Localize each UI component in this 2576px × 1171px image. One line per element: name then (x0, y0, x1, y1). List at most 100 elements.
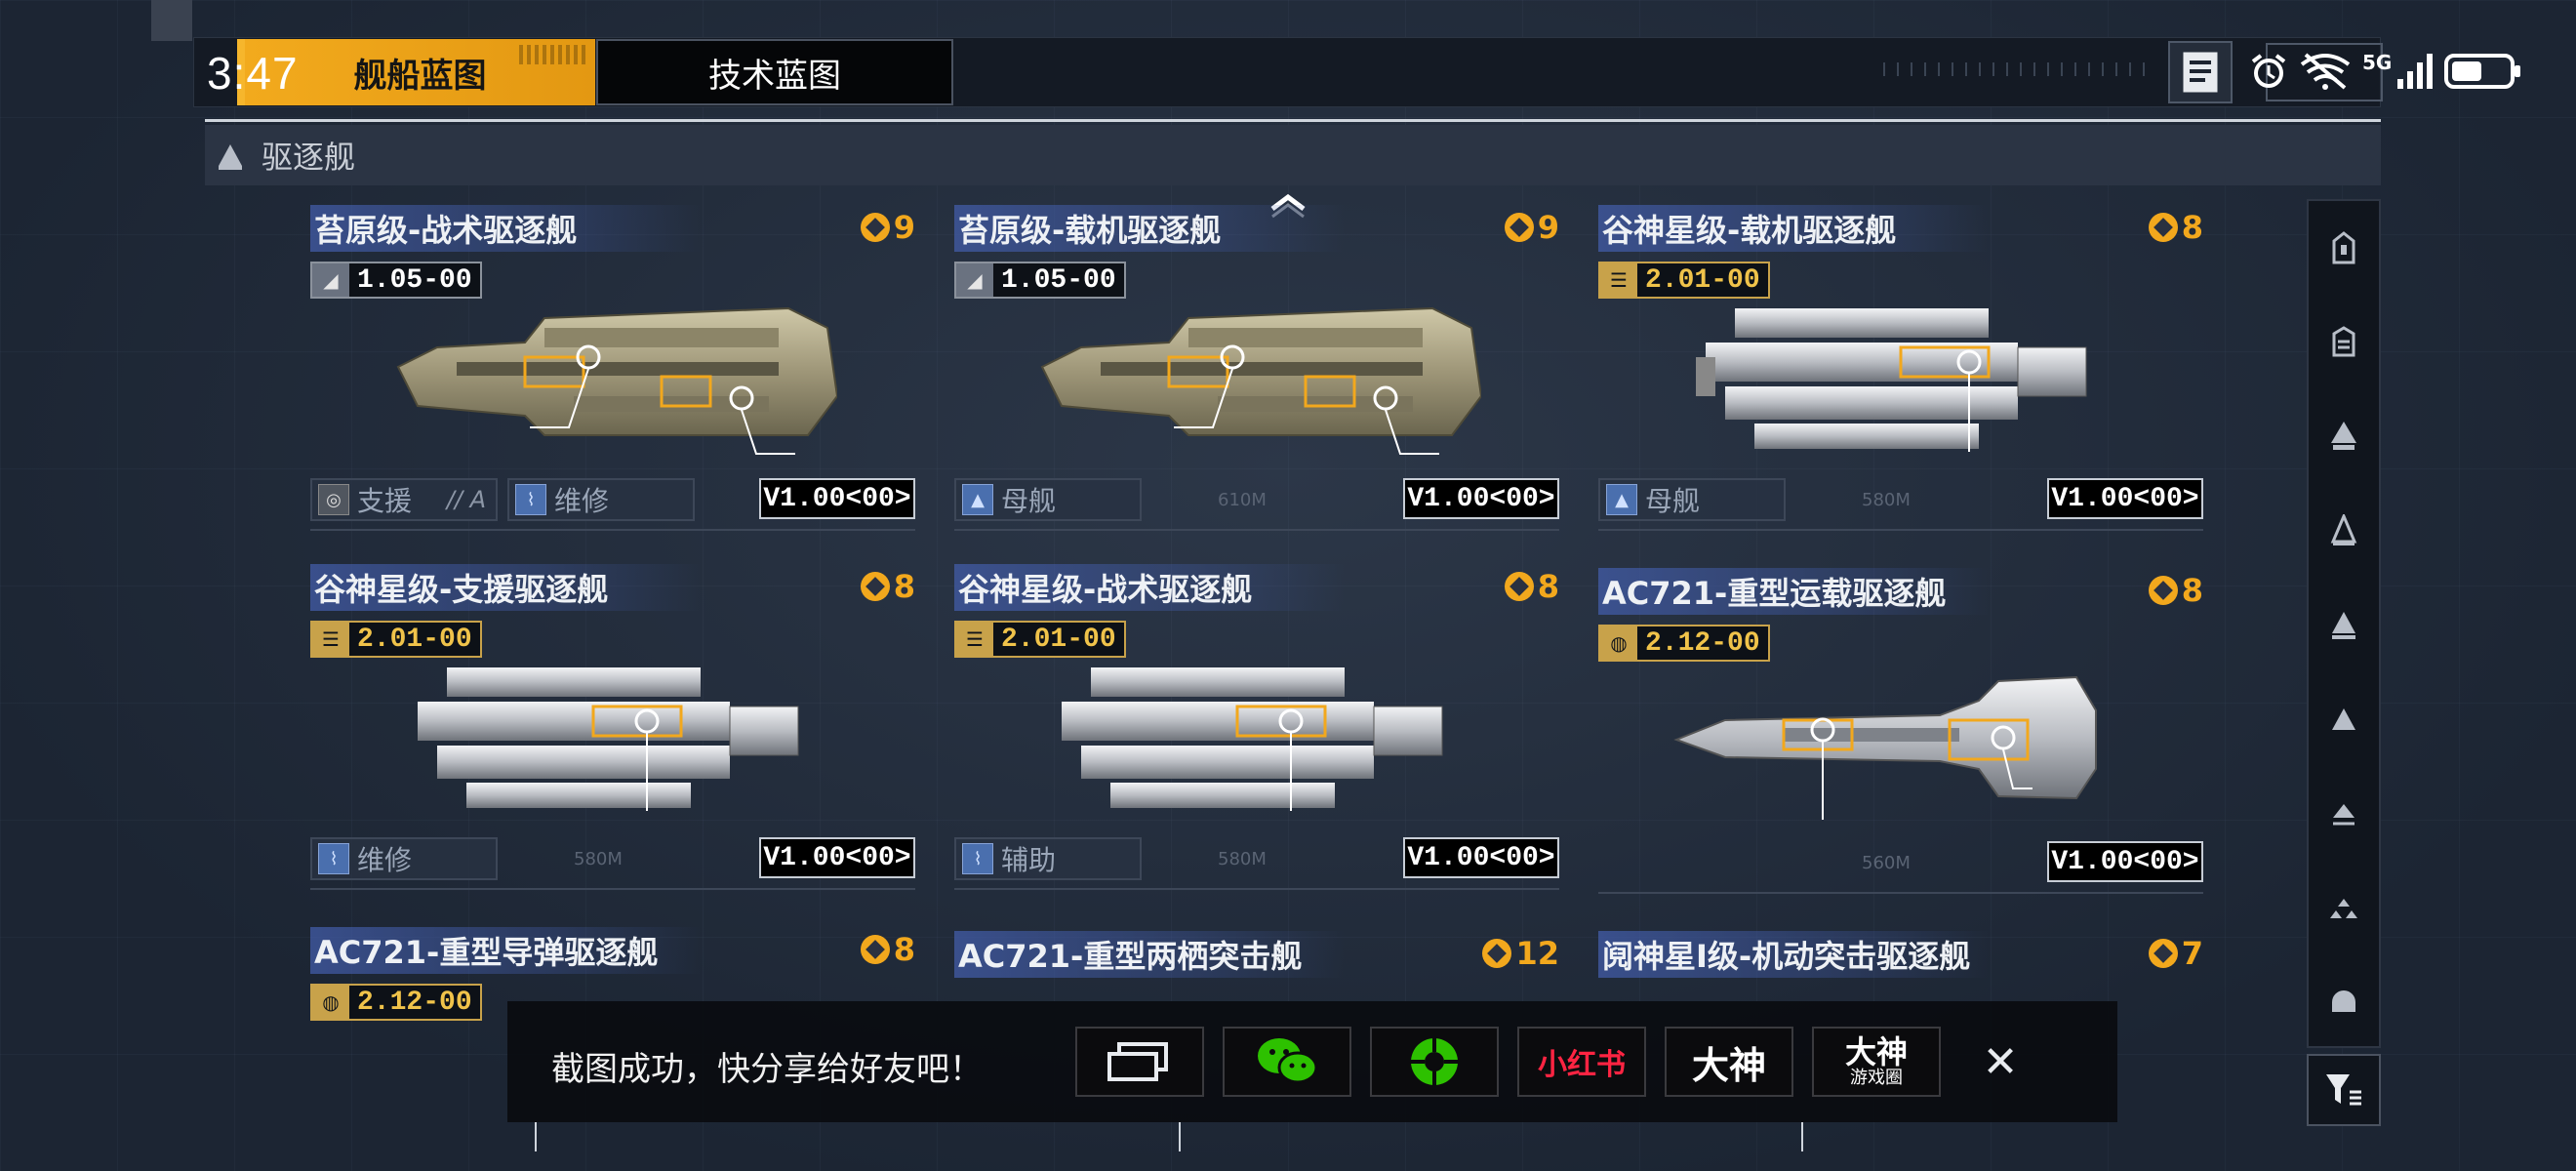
deco-line (1801, 1122, 1803, 1151)
cost-value: 8 (893, 931, 915, 968)
cost-value: 9 (1537, 209, 1559, 246)
card-divider (954, 888, 1559, 890)
globe-faction-icon: ◍ (312, 986, 349, 1019)
tag-label: 母舰 (1645, 485, 1701, 517)
faction-icon: ◢ (956, 263, 993, 297)
destroyer-class-icon (2332, 612, 2355, 640)
ship-tag: ⌇ 维修 (310, 837, 498, 880)
ship-card[interactable]: 谷神星级-支援驱逐舰 8 ☰ 2.01-00 ⌇ 维修 580M V1.00<00> (310, 560, 915, 902)
rail-item-battleship[interactable] (2309, 389, 2379, 484)
tag-label: 支援 (357, 485, 413, 517)
rail-item-destroyer[interactable] (2309, 578, 2379, 672)
rail-item-cruiser[interactable] (2309, 484, 2379, 579)
ship-card[interactable]: AC721-重型运载驱逐舰 8 ◍ 2.12-00 560M V1.00<00> (1598, 564, 2203, 906)
ship-tags: ▲ 母舰 (954, 478, 1142, 521)
frigate-class-icon (2332, 707, 2355, 730)
ship-length: 580M (1862, 490, 1911, 510)
ship-image (1673, 675, 2097, 820)
ship-cost: 7 (2148, 935, 2203, 972)
cost-value: 8 (2181, 572, 2203, 609)
ship-card[interactable]: 苔原级-载机驱逐舰 9 ◢ 1.05-00 ▲ 母舰 610M V1.00<00> (954, 201, 1559, 543)
ship-version: V1.00<00> (759, 478, 915, 519)
ship-card[interactable]: 阋神星I级-机动突击驱逐舰 7 (1598, 927, 2203, 1005)
ship-cost: 12 (1482, 935, 1559, 972)
version-code: 2.12-00 (357, 987, 472, 1018)
ship-title: AC721-重型两栖突击舰 (954, 931, 1345, 978)
ship-title: 苔原级-战术驱逐舰 (310, 205, 701, 252)
ship-image (1040, 306, 1481, 455)
document-list-icon (2183, 52, 2218, 93)
ship-version: V1.00<00> (2047, 478, 2203, 519)
share-screenshot-button[interactable] (1075, 1027, 1204, 1097)
ship-tag: ◎ 支援 // A (310, 478, 498, 521)
share-dashen-button[interactable]: 大神 (1665, 1027, 1793, 1097)
ship-version: V1.00<00> (1403, 478, 1559, 519)
share-xiaohongshu-button[interactable]: 小红书 (1517, 1027, 1646, 1097)
filter-icon (2326, 1074, 2361, 1106)
repair-icon: ⌇ (515, 484, 546, 515)
card-divider (1598, 529, 2203, 531)
header-divider (205, 119, 2381, 122)
tag-label: 辅助 (1001, 844, 1057, 876)
ship-version-code: ◍ 2.12-00 (310, 984, 482, 1021)
cost-value: 9 (893, 209, 915, 246)
ship-image (1696, 308, 2087, 452)
station-icon (2332, 231, 2355, 264)
deco-line (1179, 1122, 1181, 1151)
ship-tags: ⌇ 维修 (310, 837, 498, 880)
filter-button[interactable] (2307, 1054, 2381, 1126)
ship-length: 610M (1218, 490, 1267, 510)
ship-tag: ▲ 母舰 (954, 478, 1142, 521)
list-button[interactable] (2168, 41, 2233, 103)
share-dashen-circle-button[interactable]: 大神 游戏圈 (1812, 1027, 1941, 1097)
tab-ship-blueprint-label: 舰船蓝图 (353, 56, 487, 96)
rail-item-carrier[interactable] (2309, 296, 2379, 390)
ship-image (396, 306, 837, 455)
ship-image (418, 667, 799, 811)
cost-value: 8 (2181, 209, 2203, 246)
tag-label: 维修 (357, 844, 413, 876)
ship-tags: ◎ 支援 // A ⌇ 维修 (310, 478, 695, 521)
card-divider (954, 529, 1559, 531)
cost-value: 7 (2181, 935, 2203, 972)
rail-item-other[interactable] (2309, 954, 2379, 1049)
share-moments-button[interactable] (1370, 1027, 1499, 1097)
ship-card[interactable]: 谷神星级-载机驱逐舰 8 ☰ 2.01-00 ▲ 母舰 580M V1.00<00> (1598, 201, 2203, 543)
ship-card[interactable]: 苔原级-战术驱逐舰 9 ◢ 1.05-00 ◎ 支援// A ⌇ 维修 V1.00<0… (310, 201, 915, 543)
corvette-class-icon (2333, 804, 2355, 826)
rail-item-station[interactable] (2309, 201, 2379, 296)
ship-tags: ⌇ 辅助 (954, 837, 1142, 880)
corner-block (151, 0, 192, 41)
ship-tags: ▲ 母舰 (1598, 478, 1786, 521)
moments-icon (1411, 1038, 1458, 1085)
ship-card[interactable]: 谷神星级-战术驱逐舰 8 ☰ 2.01-00 ⌇ 辅助 580M V1.00<00> (954, 560, 1559, 902)
system-status-icons: 5G (2249, 51, 2522, 92)
rail-item-fighter[interactable] (2309, 861, 2379, 955)
ship-image (1062, 667, 1443, 811)
ship-tag: ⌇ 维修 (507, 478, 695, 521)
ship-length: 580M (574, 849, 623, 869)
section-header[interactable]: 驱逐舰 (205, 125, 2381, 185)
cost-icon (2148, 213, 2178, 242)
faction-icon: ◢ (312, 263, 349, 297)
tab-tech-blueprint[interactable]: 技术蓝图 (596, 39, 953, 105)
share-wechat-button[interactable] (1223, 1027, 1351, 1097)
screenshot-icon (1107, 1042, 1168, 1081)
ship-cost: 8 (2148, 572, 2203, 609)
xiaohongshu-label: 小红书 (1538, 1048, 1626, 1082)
cost-icon (1482, 939, 1512, 968)
tag-label: 母舰 (1001, 485, 1057, 517)
fighter-class-icon (2330, 898, 2357, 918)
ship-version: V1.00<00> (1403, 837, 1559, 878)
share-close-button[interactable]: ✕ (1973, 1034, 2028, 1089)
ship-card[interactable]: AC721-重型两栖突击舰 12 (954, 927, 1559, 1005)
signal-icon (2397, 54, 2434, 89)
ship-title: 阋神星I级-机动突击驱逐舰 (1598, 931, 1989, 978)
cost-value: 12 (1515, 935, 1559, 972)
rail-item-frigate[interactable] (2309, 672, 2379, 767)
cost-icon (860, 935, 890, 964)
card-divider (310, 529, 915, 531)
rail-item-corvette[interactable] (2309, 766, 2379, 861)
cost-icon (2148, 939, 2178, 968)
ship-cost: 8 (2148, 209, 2203, 246)
